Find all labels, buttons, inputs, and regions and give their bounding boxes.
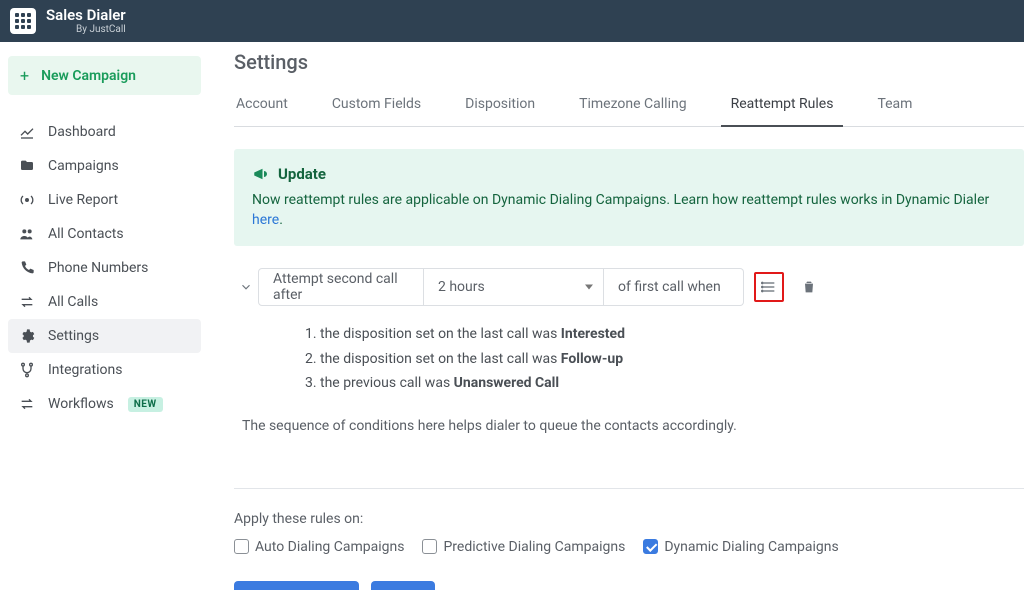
brand-name: Sales Dialer bbox=[46, 8, 126, 23]
sidebar: + New Campaign Dashboard Campaigns Liv bbox=[0, 42, 210, 590]
tab-disposition[interactable]: Disposition bbox=[463, 86, 537, 126]
gear-icon bbox=[18, 328, 36, 344]
update-alert: Update Now reattempt rules are applicabl… bbox=[234, 149, 1024, 246]
delete-rule-button[interactable] bbox=[794, 272, 824, 302]
checkbox-label: Auto Dialing Campaigns bbox=[255, 539, 404, 555]
sidebar-item-all-calls[interactable]: All Calls bbox=[8, 285, 201, 319]
tab-timezone-calling[interactable]: Timezone Calling bbox=[577, 86, 688, 126]
condition-item: the previous call was Unanswered Call bbox=[320, 371, 1024, 396]
swap-icon bbox=[18, 294, 36, 310]
checkbox-label: Predictive Dialing Campaigns bbox=[443, 539, 625, 555]
rule-interval-select[interactable]: 2 hours bbox=[424, 268, 604, 306]
sidebar-item-live-report[interactable]: Live Report bbox=[8, 183, 201, 217]
alert-body-text: Now reattempt rules are applicable on Dy… bbox=[252, 192, 989, 208]
checkbox-label: Dynamic Dialing Campaigns bbox=[664, 539, 838, 555]
alert-title: Update bbox=[278, 165, 326, 183]
sequence-note: The sequence of conditions here helps di… bbox=[242, 418, 1024, 434]
page-title: Settings bbox=[234, 50, 1024, 74]
branch-icon bbox=[18, 362, 36, 378]
checkbox-icon bbox=[643, 539, 658, 554]
sidebar-item-label: Workflows bbox=[48, 396, 114, 412]
apply-rules-title: Apply these rules on: bbox=[234, 511, 1024, 527]
sidebar-item-label: Integrations bbox=[48, 362, 122, 378]
apply-options: Auto Dialing Campaigns Predictive Dialin… bbox=[234, 539, 1024, 555]
expand-rule-toggle[interactable] bbox=[234, 280, 258, 294]
plus-icon: + bbox=[20, 66, 29, 85]
sidebar-item-phone-numbers[interactable]: Phone Numbers bbox=[8, 251, 201, 285]
checkbox-auto-dialing[interactable]: Auto Dialing Campaigns bbox=[234, 539, 404, 555]
loop-icon bbox=[18, 396, 36, 412]
rule-suffix-label: of first call when bbox=[604, 268, 744, 306]
sidebar-item-label: Settings bbox=[48, 328, 99, 344]
app-grid-icon bbox=[10, 8, 36, 34]
new-campaign-button[interactable]: + New Campaign bbox=[8, 56, 201, 95]
sidebar-item-label: Dashboard bbox=[48, 124, 116, 140]
divider bbox=[234, 488, 1024, 489]
new-campaign-label: New Campaign bbox=[41, 68, 136, 84]
sidebar-item-settings[interactable]: Settings bbox=[8, 319, 201, 353]
new-badge: NEW bbox=[128, 397, 163, 412]
checkbox-icon bbox=[422, 539, 437, 554]
checkbox-dynamic-dialing[interactable]: Dynamic Dialing Campaigns bbox=[643, 539, 838, 555]
condition-item: the disposition set on the last call was… bbox=[320, 347, 1024, 372]
conditions-list: the disposition set on the last call was… bbox=[302, 322, 1024, 396]
sidebar-item-integrations[interactable]: Integrations bbox=[8, 353, 201, 387]
alert-learn-link[interactable]: here bbox=[252, 212, 279, 228]
reorder-conditions-button[interactable] bbox=[754, 272, 784, 302]
condition-item: the disposition set on the last call was… bbox=[320, 322, 1024, 347]
sidebar-item-dashboard[interactable]: Dashboard bbox=[8, 115, 201, 149]
rule-prefix-label: Attempt second call after bbox=[258, 268, 424, 306]
tab-team[interactable]: Team bbox=[875, 86, 914, 126]
topbar: Sales Dialer By JustCall bbox=[0, 0, 1024, 42]
save-button[interactable]: Save bbox=[371, 581, 435, 590]
folder-icon bbox=[18, 158, 36, 174]
checkbox-icon bbox=[234, 539, 249, 554]
sidebar-item-workflows[interactable]: Workflows NEW bbox=[8, 387, 201, 421]
sidebar-item-label: Phone Numbers bbox=[48, 260, 148, 276]
tab-account[interactable]: Account bbox=[234, 86, 290, 126]
sidebar-item-campaigns[interactable]: Campaigns bbox=[8, 149, 201, 183]
checkbox-predictive-dialing[interactable]: Predictive Dialing Campaigns bbox=[422, 539, 625, 555]
alert-body: Now reattempt rules are applicable on Dy… bbox=[252, 191, 1006, 230]
trend-icon bbox=[18, 124, 36, 140]
sidebar-item-label: Live Report bbox=[48, 192, 118, 208]
sidebar-item-label: Campaigns bbox=[48, 158, 119, 174]
brand-byline: By JustCall bbox=[46, 24, 126, 35]
tab-custom-fields[interactable]: Custom Fields bbox=[330, 86, 423, 126]
sidebar-item-all-contacts[interactable]: All Contacts bbox=[8, 217, 201, 251]
megaphone-icon bbox=[252, 165, 270, 183]
phone-icon bbox=[18, 260, 36, 276]
sidebar-item-label: All Contacts bbox=[48, 226, 124, 242]
rule-row: Attempt second call after 2 hours of fir… bbox=[234, 268, 1024, 306]
broadcast-icon bbox=[18, 192, 36, 208]
alert-body-suffix: . bbox=[279, 212, 283, 228]
brand: Sales Dialer By JustCall bbox=[46, 8, 126, 35]
people-icon bbox=[18, 226, 36, 242]
tab-reattempt-rules[interactable]: Reattempt Rules bbox=[729, 86, 836, 126]
main-content: Settings Account Custom Fields Dispositi… bbox=[210, 42, 1024, 590]
sidebar-item-label: All Calls bbox=[48, 294, 98, 310]
settings-tabs: Account Custom Fields Disposition Timezo… bbox=[234, 86, 1024, 127]
add-new-rule-button[interactable]: + Add new rule bbox=[234, 581, 359, 590]
